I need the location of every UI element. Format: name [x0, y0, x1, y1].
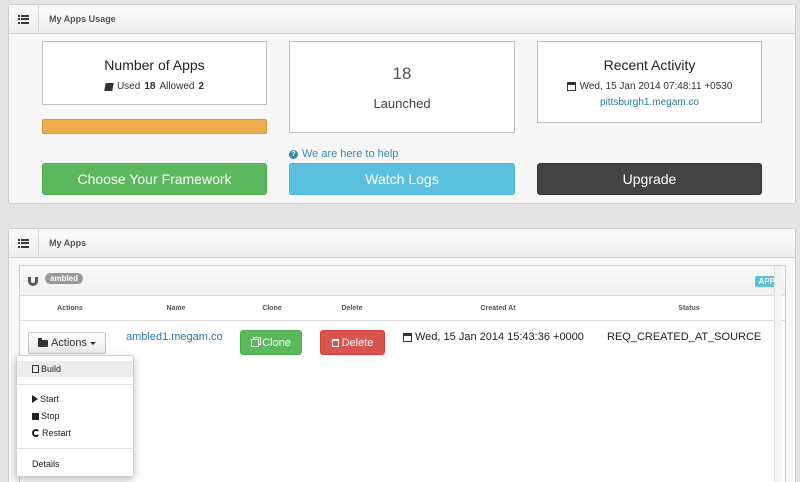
refresh-icon — [32, 429, 40, 437]
app-name-link[interactable]: ambled1.megam.co — [126, 331, 223, 343]
restart-label: Restart — [42, 428, 72, 438]
calendar-icon — [403, 332, 412, 342]
column-header-name: Name — [166, 305, 186, 312]
column-header-status: Status — [678, 305, 700, 312]
allowed-count: 2 — [198, 81, 205, 92]
actions-label: Actions — [50, 337, 88, 349]
trash-icon — [331, 338, 339, 347]
number-of-apps-box: Number of Apps Used 18 Allowed 2 — [42, 41, 267, 105]
menu-divider — [17, 448, 133, 449]
column-header-delete: Delete — [341, 305, 363, 312]
my-apps-title: My Apps — [49, 238, 87, 248]
clone-button[interactable]: Clone — [240, 330, 302, 355]
clone-label: Clone — [262, 336, 291, 349]
apps-usage-panel: My Apps Usage Number of Apps Used 18 All… — [8, 4, 796, 204]
status-cell: REQ_CREATED_AT_SOURCE — [607, 331, 762, 343]
stop-label: Stop — [41, 411, 60, 421]
scrollbar[interactable] — [774, 266, 782, 482]
delete-label: Delete — [341, 336, 374, 349]
recent-activity-box: Recent Activity Wed, 15 Jan 2014 07:48:1… — [537, 41, 762, 123]
apps-usage-title: My Apps Usage — [49, 14, 116, 24]
menu-item-build[interactable]: Build — [17, 361, 133, 377]
used-count: 18 — [144, 81, 156, 92]
list-icon — [9, 229, 39, 257]
help-text: We are here to help — [302, 148, 399, 160]
app-card-header: ambled APP — [20, 266, 785, 296]
book-icon — [104, 82, 114, 91]
created-at-value: Wed, 15 Jan 2014 15:43:36 +0000 — [415, 331, 584, 343]
column-header-created-at: Created At — [480, 305, 516, 312]
recent-activity-link[interactable]: pittsburgh1.megam.co — [538, 97, 761, 108]
allowed-label: Allowed — [159, 81, 195, 92]
menu-item-details[interactable]: Details — [17, 456, 133, 472]
apps-usage-header: My Apps Usage — [9, 5, 795, 34]
start-label: Start — [40, 394, 60, 404]
calendar-icon — [566, 82, 576, 91]
choose-framework-button[interactable]: Choose Your Framework — [42, 163, 267, 195]
used-label: Used — [116, 81, 141, 92]
build-icon — [32, 365, 39, 373]
caret-down-icon — [90, 341, 97, 345]
menu-item-start[interactable]: Start — [17, 391, 133, 407]
created-at-cell: Wed, 15 Jan 2014 15:43:36 +0000 — [403, 331, 584, 343]
number-of-apps-title: Number of Apps — [104, 57, 205, 73]
actions-dropdown-menu: Build Start Stop Restart Details — [16, 355, 134, 477]
build-label: Build — [41, 364, 62, 374]
my-apps-header: My Apps — [9, 229, 795, 258]
actions-dropdown-button[interactable]: Actions — [28, 332, 106, 354]
launched-box: 18 Launched — [289, 41, 515, 133]
column-header-clone: Clone — [262, 305, 282, 312]
app-name-badge: ambled — [45, 273, 84, 284]
watch-logs-button[interactable]: Watch Logs — [289, 163, 515, 195]
copy-icon — [251, 338, 260, 347]
magnet-icon — [28, 277, 38, 286]
launched-count: 18 — [392, 64, 412, 83]
upgrade-button[interactable]: Upgrade — [537, 163, 762, 195]
menu-divider — [17, 384, 133, 385]
recent-activity-title: Recent Activity — [603, 57, 696, 73]
app-card: ambled APP Actions Name Clone Delete Cre… — [19, 265, 786, 482]
details-label: Details — [32, 459, 60, 469]
menu-item-stop[interactable]: Stop — [17, 408, 133, 424]
launched-label: Launched — [373, 96, 431, 111]
question-icon: ? — [289, 149, 298, 159]
delete-button[interactable]: Delete — [320, 330, 385, 355]
recent-activity-timestamp: Wed, 15 Jan 2014 07:48:11 +0530 — [579, 81, 733, 92]
table-header: Actions Name Clone Delete Created At Sta… — [20, 299, 785, 321]
usage-progress-bar — [42, 119, 267, 134]
stop-icon — [32, 412, 39, 420]
folder-open-icon — [37, 338, 48, 347]
help-link[interactable]: ? We are here to help — [289, 148, 515, 160]
play-icon — [32, 395, 38, 403]
column-header-actions: Actions — [57, 305, 83, 312]
menu-item-restart[interactable]: Restart — [17, 425, 133, 441]
list-icon — [9, 5, 39, 33]
